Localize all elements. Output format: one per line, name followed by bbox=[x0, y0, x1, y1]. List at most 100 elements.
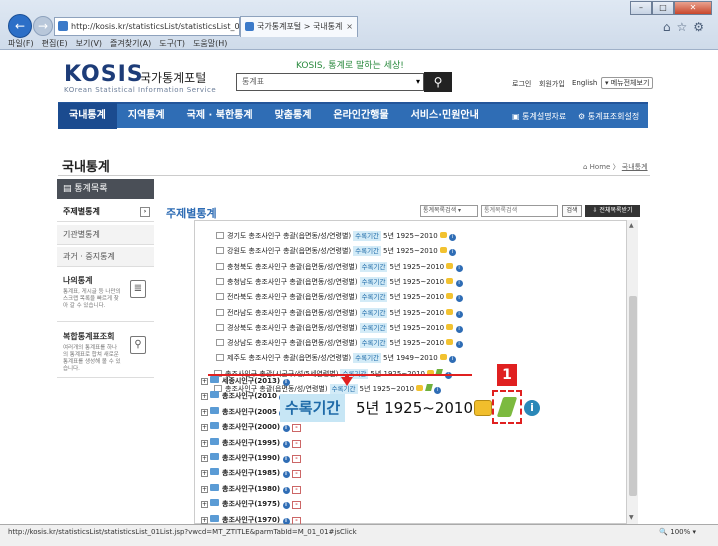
tree-row[interactable]: 경상남도 총조사인구 총괄(읍면동/성/연령별) 수록기간 5년 1925~2010… bbox=[216, 336, 463, 350]
nav-domestic[interactable]: 국내통계 bbox=[58, 103, 117, 129]
kosis-logo[interactable]: KOSIS bbox=[64, 62, 144, 87]
expand-icon[interactable]: + bbox=[201, 393, 208, 401]
info-icon[interactable]: i bbox=[282, 471, 290, 479]
expand-icon[interactable]: + bbox=[201, 470, 208, 478]
node-label[interactable]: 총조사인구(1975) bbox=[222, 500, 280, 508]
menu-view[interactable]: 보기(V) bbox=[76, 37, 102, 50]
row-label[interactable]: 경상남도 총조사인구 총괄(읍면동/성/연령별) bbox=[227, 339, 358, 347]
search-button[interactable]: ⚲ bbox=[424, 72, 452, 92]
stat-desc-link[interactable]: ▣ 통계설명자료 bbox=[512, 104, 566, 130]
tree-node[interactable]: + 총조사인구(1975) i - bbox=[201, 498, 301, 511]
minus-icon[interactable]: - bbox=[291, 455, 301, 463]
scrollbar[interactable]: ▲ ▼ bbox=[626, 220, 638, 524]
info-icon[interactable]: i bbox=[455, 279, 463, 287]
tree-node[interactable]: + 세종시인구(2013) i bbox=[201, 375, 290, 388]
multi-table-box[interactable]: 복합통계표조회 여러개의 통계표를 하나의 통계표로 합쳐 새로운 통계표를 생… bbox=[57, 326, 154, 378]
english-link[interactable]: English bbox=[572, 79, 597, 87]
gear-icon[interactable]: ⚙ bbox=[693, 20, 710, 34]
nav-regional[interactable]: 지역통계 bbox=[117, 103, 176, 129]
info-icon[interactable]: i bbox=[455, 341, 463, 349]
tree-row[interactable]: 경기도 총조사인구 총괄(읍면동/성/연령별) 수록기간 5년 1925~2010 … bbox=[216, 229, 457, 243]
node-label[interactable]: 총조사인구(1970) bbox=[222, 516, 280, 524]
address-bar[interactable]: http://kosis.kr/statisticsList/statistic… bbox=[54, 17, 240, 36]
folder-add-icon[interactable] bbox=[439, 247, 447, 254]
minus-icon[interactable]: - bbox=[291, 485, 301, 494]
search-input[interactable]: 통계표 ▾ bbox=[236, 73, 424, 91]
expand-icon[interactable]: + bbox=[201, 455, 208, 462]
row-label[interactable]: 제주도 총조사인구 총괄(읍면동/성/연령별) bbox=[227, 354, 351, 362]
expand-icon[interactable]: + bbox=[201, 485, 208, 493]
row-label[interactable]: 충청북도 총조사인구 총괄(읍면동/성/연령별) bbox=[227, 263, 358, 271]
folder-add-icon[interactable] bbox=[439, 232, 447, 238]
all-menu-button[interactable]: ▾ 메뉴전체보기 bbox=[601, 77, 654, 89]
node-label[interactable]: 총조사인구(1985) bbox=[222, 469, 280, 477]
nav-custom[interactable]: 맞춤통계 bbox=[264, 103, 323, 129]
menu-favorites[interactable]: 즐겨찾기(A) bbox=[110, 37, 151, 50]
info-icon[interactable]: i bbox=[449, 356, 457, 364]
window-close-button[interactable]: ✕ bbox=[674, 1, 712, 15]
info-icon[interactable]: i bbox=[455, 295, 463, 303]
minus-icon[interactable]: - bbox=[291, 424, 301, 433]
sidebar-item-agency[interactable]: 기관별통계 bbox=[57, 225, 154, 245]
node-label[interactable]: 총조사인구(1990) bbox=[222, 454, 280, 462]
node-label[interactable]: 총조사인구(2005 bbox=[222, 408, 277, 416]
expand-icon[interactable]: + bbox=[201, 439, 208, 447]
expand-icon[interactable]: + bbox=[201, 501, 208, 509]
info-icon[interactable]: i bbox=[282, 486, 290, 494]
tree-row[interactable]: 충청북도 총조사인구 총괄(읍면동/성/연령별) 수록기간 5년 1925~2010… bbox=[216, 260, 463, 274]
info-icon[interactable]: i bbox=[455, 264, 463, 272]
tree-node[interactable]: + 총조사인구(1990) i - bbox=[201, 452, 301, 465]
minus-icon[interactable]: - bbox=[291, 501, 301, 510]
tree-node[interactable]: + 총조사인구(2000) i - bbox=[201, 421, 301, 434]
folder-add-icon[interactable] bbox=[446, 339, 454, 346]
my-stats-box[interactable]: 나의통계 통계표, 게시글 등 나만의 스크랩 목록을 빠르게 찾아 갈 수 있… bbox=[57, 270, 154, 322]
info-icon[interactable]: i bbox=[282, 456, 290, 463]
scroll-down-icon[interactable]: ▼ bbox=[629, 514, 634, 521]
info-icon[interactable]: i bbox=[455, 325, 463, 333]
download-all-button[interactable]: ⇩ 전체목록받기 bbox=[585, 205, 640, 217]
tab-close-icon[interactable]: × bbox=[346, 17, 353, 36]
tree-node[interactable]: + 총조사인구(1980) i - bbox=[201, 483, 301, 496]
folder-add-icon[interactable] bbox=[446, 262, 454, 269]
favorites-icon[interactable]: ☆ bbox=[676, 20, 693, 34]
browser-tab[interactable]: 국가통계포털 > 국내통계 × bbox=[240, 16, 358, 37]
scroll-up-icon[interactable]: ▲ bbox=[629, 222, 634, 229]
expand-icon[interactable]: + bbox=[201, 408, 208, 416]
row-label[interactable]: 경상북도 총조사인구 총괄(읍면동/성/연령별) bbox=[227, 324, 358, 332]
breadcrumb-home[interactable]: Home bbox=[590, 163, 611, 171]
row-label[interactable]: 경기도 총조사인구 총괄(읍면동/성/연령별) bbox=[227, 232, 351, 240]
minus-icon[interactable]: - bbox=[291, 439, 301, 448]
expand-icon[interactable]: + bbox=[201, 378, 208, 385]
list-search-input[interactable]: 통계목록검색 bbox=[481, 205, 558, 217]
info-icon[interactable]: i bbox=[282, 379, 290, 386]
minus-icon[interactable]: - bbox=[291, 470, 301, 479]
tree-node[interactable]: +총조사인구(2010 i bbox=[201, 390, 287, 403]
row-label[interactable]: 전라북도 총조사인구 총괄(읍면동/성/연령별) bbox=[227, 293, 358, 301]
folder-add-icon[interactable] bbox=[416, 385, 424, 391]
row-label[interactable]: 충청남도 총조사인구 총괄(읍면동/성/연령별) bbox=[227, 278, 358, 286]
node-label[interactable]: 총조사인구(2000) bbox=[222, 423, 280, 431]
zoom-level[interactable]: 🔍 100% ▾ bbox=[659, 525, 696, 539]
folder-add-icon[interactable] bbox=[439, 354, 447, 361]
tree-row[interactable]: 강원도 총조사인구 총괄(읍면동/성/연령별) 수록기간 5년 1925~2010 … bbox=[216, 244, 457, 258]
expand-icon[interactable]: + bbox=[201, 516, 208, 524]
menu-edit[interactable]: 편집(E) bbox=[42, 37, 68, 50]
back-button[interactable]: ← bbox=[8, 14, 32, 38]
dropdown-icon[interactable]: ▾ bbox=[416, 74, 420, 90]
maximize-button[interactable]: □ bbox=[652, 1, 674, 15]
nav-international[interactable]: 국제 · 북한통계 bbox=[176, 103, 264, 129]
menu-help[interactable]: 도움말(H) bbox=[193, 37, 227, 50]
tree-row[interactable]: 충청남도 총조사인구 총괄(읍면동/성/연령별) 수록기간 5년 1925~2010… bbox=[216, 275, 463, 289]
folder-add-icon[interactable] bbox=[474, 400, 492, 416]
info-icon[interactable]: i bbox=[455, 310, 463, 318]
sidebar-item-past[interactable]: 과거 · 중지통계 bbox=[57, 247, 154, 267]
node-label[interactable]: 총조사인구(2010 bbox=[222, 392, 277, 400]
search-select[interactable]: 통계표 bbox=[242, 77, 264, 86]
scroll-thumb[interactable] bbox=[629, 296, 637, 496]
menu-tools[interactable]: 도구(T) bbox=[159, 37, 185, 50]
info-icon[interactable]: i bbox=[524, 400, 540, 416]
row-label[interactable]: 강원도 총조사인구 총괄(읍면동/성/연령별) bbox=[227, 247, 351, 255]
login-link[interactable]: 로그인 bbox=[512, 79, 531, 89]
list-search-button[interactable]: 검색 bbox=[562, 205, 582, 217]
node-label[interactable]: 세종시인구(2013) bbox=[222, 377, 280, 385]
